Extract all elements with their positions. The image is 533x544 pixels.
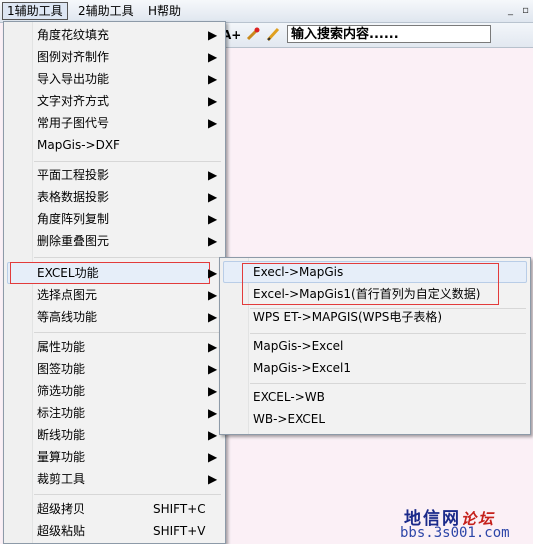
menu-item-label: MapGis->Excel xyxy=(253,339,344,353)
chevron-right-icon: ▶ xyxy=(208,234,218,248)
toolbar: A+ 输入搜索内容...... xyxy=(220,23,533,48)
submenu-item-excel-to-mapgis1[interactable]: Excel->MapGis1(首行首列为自定义数据) xyxy=(253,283,480,305)
menu-help[interactable]: H帮助 xyxy=(144,3,185,19)
submenu-item-excel-to-wb[interactable]: EXCEL->WB xyxy=(253,386,325,408)
search-input[interactable]: 输入搜索内容...... xyxy=(287,25,491,43)
submenu-item-excel-to-mapgis[interactable]: Execl->MapGis xyxy=(253,261,343,283)
menu-item-label: MapGis->DXF xyxy=(37,138,120,152)
menu-item-label: 等高线功能 xyxy=(37,310,98,324)
chevron-right-icon: ▶ xyxy=(208,428,218,442)
menu-2-aux-tools[interactable]: 2辅助工具 xyxy=(74,3,138,19)
menu-item-filter[interactable]: 筛选功能 xyxy=(37,380,85,402)
menu-item-subsheet-codes[interactable]: 常用子图代号 xyxy=(37,112,109,134)
menu-item-annotation[interactable]: 标注功能 xyxy=(37,402,85,424)
menu-item-attributes[interactable]: 属性功能 xyxy=(37,336,85,358)
submenu-item-wb-to-excel[interactable]: WB->EXCEL xyxy=(253,408,325,430)
chevron-right-icon: ▶ xyxy=(208,72,218,86)
menu-item-label: 属性功能 xyxy=(37,340,86,354)
menu-item-label: MapGis->Excel1 xyxy=(253,361,352,375)
menu-item-plane-projection[interactable]: 平面工程投影 xyxy=(37,164,109,186)
menu-separator xyxy=(34,161,221,162)
menu-item-label: WPS ET->MAPGIS(WPS电子表格) xyxy=(253,310,443,324)
menu-item-label: 超级粘贴 xyxy=(37,524,86,538)
forum-watermark: 地信网论坛 bbs.3s001.com xyxy=(400,504,530,542)
chevron-right-icon: ▶ xyxy=(208,310,218,324)
menu-separator xyxy=(250,383,526,384)
chevron-right-icon: ▶ xyxy=(208,384,218,398)
menu-item-label: 图签功能 xyxy=(37,362,86,376)
menu-item-measure[interactable]: 量算功能 xyxy=(37,446,85,468)
chevron-right-icon: ▶ xyxy=(208,190,218,204)
submenu-item-wps-to-mapgis[interactable]: WPS ET->MAPGIS(WPS电子表格) xyxy=(253,306,442,328)
menu-item-label: Excel->MapGis1(首行首列为自定义数据) xyxy=(253,287,481,301)
menu-item-super-copy[interactable]: 超级拷贝 xyxy=(37,498,85,520)
menu-item-mapgis-dxf[interactable]: MapGis->DXF xyxy=(37,134,120,156)
menu-item-excel-functions[interactable]: EXCEL功能 xyxy=(37,262,99,284)
menu-bar: 1辅助工具 2辅助工具 H帮助 _ ▫ xyxy=(0,0,533,23)
menu-item-label: 导入导出功能 xyxy=(37,72,110,86)
menu-item-clip-tool[interactable]: 裁剪工具 xyxy=(37,468,85,490)
menu-separator xyxy=(34,494,221,495)
pen-icon[interactable] xyxy=(244,26,262,44)
menu-item-label: 删除重叠图元 xyxy=(37,234,110,248)
watermark-url: bbs.3s001.com xyxy=(400,525,510,541)
chevron-right-icon: ▶ xyxy=(208,116,218,130)
menu-item-label: 表格数据投影 xyxy=(37,190,110,204)
menu-item-label: 平面工程投影 xyxy=(37,168,110,182)
menu-item-label: 量算功能 xyxy=(37,450,86,464)
menu-item-label: EXCEL功能 xyxy=(37,266,99,280)
chevron-right-icon: ▶ xyxy=(208,340,218,354)
menu-item-contour[interactable]: 等高线功能 xyxy=(37,306,97,328)
submenu-item-mapgis-to-excel1[interactable]: MapGis->Excel1 xyxy=(253,357,351,379)
submenu-item-mapgis-to-excel[interactable]: MapGis->Excel xyxy=(253,335,343,357)
excel-submenu: Execl->MapGis Excel->MapGis1(首行首列为自定义数据)… xyxy=(219,257,531,435)
menu-1-aux-tools[interactable]: 1辅助工具 xyxy=(2,2,68,20)
shortcut-label: SHIFT+C xyxy=(153,502,206,516)
menu-item-label: 筛选功能 xyxy=(37,384,86,398)
menu-item-text-align[interactable]: 文字对齐方式 xyxy=(37,90,109,112)
menu-separator xyxy=(34,257,221,258)
chevron-right-icon: ▶ xyxy=(208,94,218,108)
menu-item-label: 选择点图元 xyxy=(37,288,98,302)
menu-item-angle-pattern-fill[interactable]: 角度花纹填充 xyxy=(37,24,109,46)
menu-item-label: Execl->MapGis xyxy=(253,265,344,279)
chevron-right-icon: ▶ xyxy=(208,362,218,376)
chevron-right-icon: ▶ xyxy=(208,450,218,464)
menu-separator xyxy=(250,333,526,334)
menu-item-label: 超级拷贝 xyxy=(37,502,86,516)
menu-item-label: 文字对齐方式 xyxy=(37,94,110,108)
menu-item-label: 标注功能 xyxy=(37,406,86,420)
chevron-right-icon: ▶ xyxy=(208,266,218,280)
menu-item-break-line[interactable]: 断线功能 xyxy=(37,424,85,446)
menu-item-angle-array-copy[interactable]: 角度阵列复制 xyxy=(37,208,109,230)
menu-item-label: 断线功能 xyxy=(37,428,86,442)
restore-icon[interactable]: ▫ xyxy=(520,5,531,16)
menu-item-label: 常用子图代号 xyxy=(37,116,110,130)
menu-item-delete-overlap[interactable]: 删除重叠图元 xyxy=(37,230,109,252)
menu-item-title-block[interactable]: 图签功能 xyxy=(37,358,85,380)
menu-item-import-export[interactable]: 导入导出功能 xyxy=(37,68,109,90)
dropdown-menu: 角度花纹填充 图例对齐制作 导入导出功能 文字对齐方式 常用子图代号 MapGi… xyxy=(3,21,226,544)
chevron-right-icon: ▶ xyxy=(208,50,218,64)
chevron-right-icon: ▶ xyxy=(208,288,218,302)
menu-separator xyxy=(34,332,221,333)
menu-item-legend-align[interactable]: 图例对齐制作 xyxy=(37,46,109,68)
chevron-right-icon: ▶ xyxy=(208,168,218,182)
menu-item-label: EXCEL->WB xyxy=(253,390,325,404)
shortcut-label: SHIFT+V xyxy=(153,524,206,538)
pencil-icon[interactable] xyxy=(264,26,282,44)
chevron-right-icon: ▶ xyxy=(208,406,218,420)
menu-item-label: WB->EXCEL xyxy=(253,412,326,426)
chevron-right-icon: ▶ xyxy=(208,472,218,486)
chevron-right-icon: ▶ xyxy=(208,212,218,226)
menu-item-table-projection[interactable]: 表格数据投影 xyxy=(37,186,109,208)
chevron-right-icon: ▶ xyxy=(208,28,218,42)
menu-item-label: 角度阵列复制 xyxy=(37,212,110,226)
menu-item-label: 角度花纹填充 xyxy=(37,28,110,42)
menu-item-select-points[interactable]: 选择点图元 xyxy=(37,284,97,306)
menu-item-label: 图例对齐制作 xyxy=(37,50,110,64)
menu-item-super-paste[interactable]: 超级粘贴 xyxy=(37,520,85,542)
minimize-icon[interactable]: _ xyxy=(505,5,516,16)
menu-item-label: 裁剪工具 xyxy=(37,472,86,486)
